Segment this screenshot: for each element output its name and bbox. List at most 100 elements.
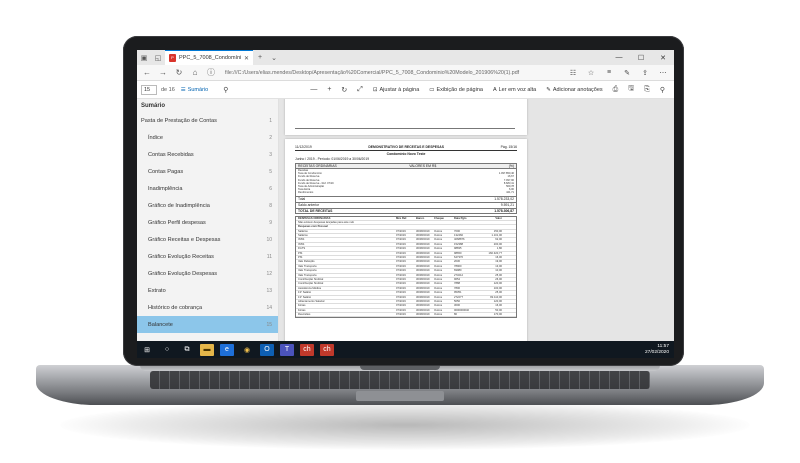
- pdf-icon: P: [169, 54, 176, 62]
- col-check: Cheque: [434, 216, 444, 220]
- back-icon[interactable]: ←: [141, 68, 153, 77]
- search-icon[interactable]: ⚲: [223, 86, 228, 94]
- table-cell: 30/08/2019: [416, 304, 430, 308]
- sidebar-item[interactable]: Gráfico Receitas e Despesas 10: [137, 231, 278, 248]
- table-cell: Adiantamento Salarial: [298, 299, 325, 303]
- more-icon[interactable]: ⋯: [656, 69, 670, 77]
- start-icon[interactable]: ⊞: [140, 344, 154, 356]
- table-cell: 19,00: [495, 260, 502, 264]
- summary-button[interactable]: ☰ Sumário: [181, 87, 208, 93]
- tab-preview-icon[interactable]: ◱: [151, 54, 165, 62]
- maximize-icon[interactable]: ☐: [630, 54, 652, 62]
- table-cell: 273212: [454, 273, 463, 277]
- save-icon[interactable]: 🖫: [628, 84, 634, 95]
- pdf-body: Sumário Pasta de Prestação de Contas 1 Índ…: [137, 99, 674, 341]
- sidebar-item[interactable]: Gráfico de Inadimplência 8: [137, 197, 278, 214]
- zoom-out-icon[interactable]: —: [310, 86, 317, 93]
- tab-actions-icon[interactable]: ▣: [137, 54, 151, 62]
- sidebar-item[interactable]: Balancete 15: [137, 316, 278, 333]
- sidebar-item-page: 14: [266, 304, 272, 311]
- address-bar: ← → ↻ ⌂ ⓘ file:///C:/Users/elias.mendes/…: [137, 65, 674, 81]
- previous-balance-value: 9.591,21: [500, 202, 514, 207]
- document-period: Junho / 2019 - Período: 01/06/2019 a 30/…: [295, 157, 370, 161]
- read-aloud-button[interactable]: A Ler em voz alta: [493, 87, 536, 93]
- forward-icon[interactable]: →: [157, 68, 169, 77]
- fit-page-icon: ⊡: [372, 86, 378, 93]
- reading-view-icon[interactable]: ☷: [566, 69, 580, 77]
- sidebar-item-page: 9: [269, 219, 272, 226]
- share-icon[interactable]: ⇪: [638, 69, 652, 77]
- table-cell: 7800: [454, 286, 460, 290]
- sidebar-item-label: Contas Pagas: [148, 168, 184, 175]
- task-view-icon[interactable]: ⧉: [180, 344, 194, 356]
- browser-tab[interactable]: P PPC_5_7008_Condomínio ✕: [165, 50, 253, 65]
- tab-list-chevron-icon[interactable]: ⌄: [267, 54, 281, 62]
- teams-icon[interactable]: T: [280, 343, 294, 356]
- sidebar-item-page: 8: [269, 202, 272, 209]
- refresh-icon[interactable]: ↻: [173, 68, 185, 77]
- new-tab-icon[interactable]: +: [253, 54, 267, 61]
- table-cell: 07/2019: [396, 251, 406, 255]
- table-cell: 1.101,00: [491, 234, 502, 238]
- page-number-input[interactable]: 15: [141, 84, 157, 95]
- close-tab-icon[interactable]: ✕: [244, 55, 249, 62]
- sidebar-item[interactable]: Gráfico Perfil despesas 9: [137, 214, 278, 231]
- table-cell: Vale Transporte: [298, 269, 317, 273]
- col-pay-date: Data Pgto: [454, 216, 467, 220]
- close-window-icon[interactable]: ✕: [652, 54, 674, 62]
- rotate-icon[interactable]: ↻: [341, 86, 347, 94]
- pin-toolbar-icon[interactable]: ⚲: [660, 86, 665, 94]
- read-aloud-label: Ler em voz alta: [498, 86, 537, 93]
- fullscreen-icon[interactable]: ⤢: [357, 86, 363, 94]
- table-cell: 30/08/2019: [416, 242, 430, 246]
- page-view-button[interactable]: ▭ Exibição de página: [429, 87, 483, 93]
- table-cell: Outros: [434, 308, 443, 312]
- sidebar-item[interactable]: Contas Recebidas 3: [137, 146, 278, 163]
- sidebar-item[interactable]: Gráfico Evolução Receitas 11: [137, 248, 278, 265]
- sidebar-item[interactable]: Pasta de Prestação de Contas 1: [137, 112, 278, 129]
- table-cell: 10,00: [495, 269, 502, 273]
- sidebar-item[interactable]: Histórico de cobrança 14: [137, 299, 278, 316]
- notes-pen-icon[interactable]: ✎: [620, 69, 634, 77]
- table-cell: 13,00: [495, 264, 502, 268]
- app-red-icon-2[interactable]: ch: [320, 343, 334, 356]
- table-cell: 7000: [454, 229, 460, 233]
- file-explorer-icon[interactable]: ▬: [200, 343, 214, 356]
- table-cell: 07/2019: [396, 295, 406, 299]
- url-field[interactable]: file:///C:/Users/elias.mendes/Desktop/Ap…: [221, 70, 562, 76]
- zoom-in-icon[interactable]: +: [327, 86, 331, 93]
- taskbar-clock[interactable]: 11:57 27/02/2020: [645, 344, 674, 355]
- table-cell: Férias: [298, 304, 306, 308]
- search-icon[interactable]: ○: [160, 344, 174, 356]
- table-cell: 98835: [454, 247, 462, 251]
- chrome-icon[interactable]: ◉: [240, 344, 254, 356]
- table-cell: 9654: [454, 277, 460, 281]
- minimize-icon[interactable]: —: [608, 54, 630, 61]
- print-icon[interactable]: ⎙: [613, 86, 619, 94]
- app-red-icon[interactable]: ch: [300, 343, 314, 356]
- sidebar-item-label: Gráfico Evolução Receitas: [148, 253, 214, 260]
- table-cell: 30/08/2019: [416, 299, 430, 303]
- table-cell: 272277: [454, 295, 463, 299]
- sidebar-item-label: Contas Recebidas: [148, 151, 194, 158]
- sidebar-title: Sumário: [141, 103, 166, 109]
- favorites-list-icon[interactable]: ≡: [602, 69, 616, 76]
- table-cell: 30/08/2019: [416, 260, 430, 264]
- fit-page-button[interactable]: ⊡ Ajustar à página: [373, 87, 419, 93]
- save-as-icon[interactable]: ⎘: [644, 86, 650, 94]
- sidebar-item[interactable]: Índice 2: [137, 129, 278, 146]
- table-cell: 30/08/2019: [416, 229, 430, 233]
- sidebar-item[interactable]: Inadimplência 6: [137, 180, 278, 197]
- home-icon[interactable]: ⌂: [189, 68, 201, 77]
- browser-titlebar: ▣ ◱ P PPC_5_7008_Condomínio ✕ + ⌄ — ☐ ✕: [137, 50, 674, 65]
- edge-icon[interactable]: e: [220, 343, 234, 356]
- sidebar-item[interactable]: Contas Pagas 5: [137, 163, 278, 180]
- pdf-viewer[interactable]: 11/12/2019 DEMONSTRATIVO DE RECEITAS E D…: [279, 99, 674, 341]
- sidebar-item-label: Gráfico Receitas e Despesas: [148, 236, 221, 243]
- sidebar-item[interactable]: Extrato 13: [137, 282, 278, 299]
- favorite-star-icon[interactable]: ☆: [584, 69, 598, 77]
- add-notes-button[interactable]: ✎ Adicionar anotações: [546, 87, 602, 93]
- outlook-icon[interactable]: O: [260, 343, 274, 356]
- file-info-icon[interactable]: ⓘ: [205, 67, 217, 78]
- sidebar-item[interactable]: Gráfico Evolução Despesas 12: [137, 265, 278, 282]
